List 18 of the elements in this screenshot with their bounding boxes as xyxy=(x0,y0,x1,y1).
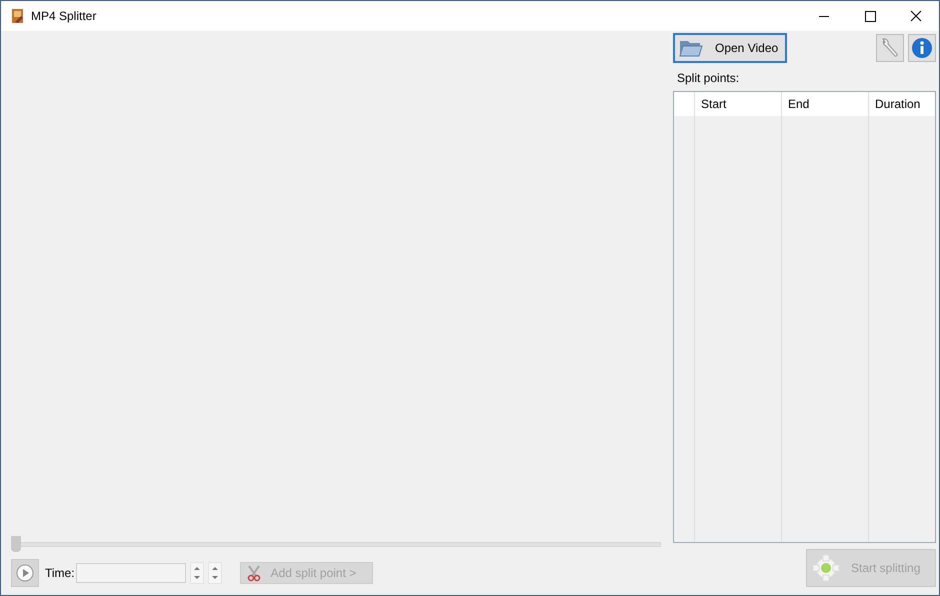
time-label: Time: xyxy=(45,566,75,580)
gear-icon xyxy=(811,553,841,583)
play-button[interactable] xyxy=(11,559,39,587)
hours-spinner[interactable] xyxy=(190,562,204,584)
time-field[interactable] xyxy=(76,563,186,583)
column-header[interactable]: End xyxy=(782,92,869,116)
seek-slider[interactable] xyxy=(11,535,661,555)
split-points-label: Split points: xyxy=(677,71,740,85)
app-icon xyxy=(11,8,25,24)
window-title: MP4 Splitter xyxy=(31,9,96,23)
info-button[interactable] xyxy=(908,34,936,62)
play-icon xyxy=(16,564,34,582)
folder-icon xyxy=(679,38,703,58)
column-header[interactable]: Start xyxy=(695,92,782,116)
open-video-button[interactable]: Open Video xyxy=(673,33,787,63)
column-header[interactable]: Duration xyxy=(869,92,935,116)
info-icon xyxy=(911,37,933,59)
minutes-spinner[interactable] xyxy=(208,562,222,584)
